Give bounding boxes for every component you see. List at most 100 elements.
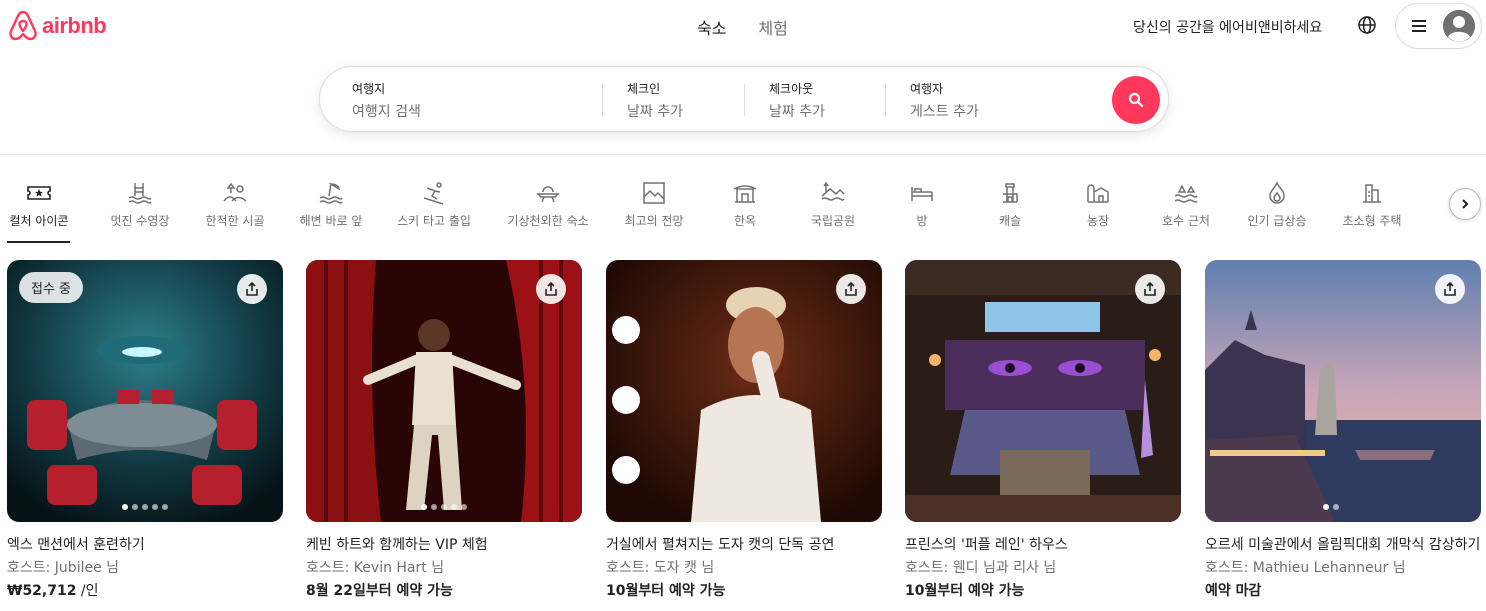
search-divider	[602, 84, 603, 116]
search-divider	[885, 84, 886, 116]
countryside-icon	[223, 182, 247, 202]
airbnb-logo[interactable]: airbnb	[7, 9, 107, 43]
category-rooms[interactable]: 방	[877, 178, 967, 229]
category-tiny-homes[interactable]: 초소형 주택	[1327, 178, 1417, 229]
user-avatar-icon	[1443, 10, 1475, 42]
guests-field[interactable]: 여행자 게스트 추가	[910, 80, 979, 121]
checkout-value[interactable]: 날짜 추가	[769, 101, 825, 121]
tab-stays[interactable]: 숙소	[697, 15, 726, 39]
where-input[interactable]: 여행지 검색	[352, 101, 421, 121]
pool-icon	[128, 183, 152, 204]
category-label: 해변 바로 앞	[299, 214, 363, 228]
active-category-indicator	[7, 241, 70, 243]
listing-photo[interactable]	[1205, 260, 1481, 522]
brand-name: airbnb	[42, 13, 107, 38]
listing-title: 케빈 하트와 함께하는 VIP 체험	[306, 537, 488, 553]
share-button[interactable]	[1135, 274, 1165, 304]
guests-label: 여행자	[910, 82, 944, 96]
listing-host: 호스트: Jubilee 님	[7, 560, 120, 576]
listing-title: 오르세 미술관에서 올림픽대회 개막식 감상하기	[1205, 537, 1481, 553]
share-button[interactable]	[836, 274, 866, 304]
price-amount: ₩52,712	[7, 583, 77, 599]
listing-photo[interactable]	[606, 260, 882, 522]
checkin-value[interactable]: 날짜 추가	[627, 101, 683, 121]
category-omg[interactable]: 기상천외한 숙소	[503, 178, 593, 229]
national-park-icon	[821, 181, 845, 201]
listing-card[interactable]: 접수 중 엑스 맨션에서 훈련하기 호스트: Jubilee 님 ₩52,712…	[7, 260, 283, 600]
checkin-field[interactable]: 체크인 날짜 추가	[627, 80, 683, 121]
listing-card[interactable]: 거실에서 펼쳐지는 도자 캣의 단독 공연 호스트: 도자 캣 님 10월부터 …	[606, 260, 882, 600]
share-icon	[246, 282, 258, 296]
category-castles[interactable]: 캐슬	[965, 178, 1055, 229]
share-button[interactable]	[237, 274, 267, 304]
tab-experiences[interactable]: 체험	[758, 15, 787, 39]
share-button[interactable]	[1435, 274, 1465, 304]
tiny-house-icon	[1363, 184, 1381, 203]
category-beachfront[interactable]: 해변 바로 앞	[286, 178, 376, 229]
beach-icon	[319, 183, 343, 204]
listing-photo[interactable]	[306, 260, 582, 522]
category-label: 방	[916, 214, 928, 228]
category-countryside[interactable]: 한적한 시골	[190, 178, 280, 229]
listing-card[interactable]: 프린스의 '퍼플 레인' 하우스 호스트: 웬디 님과 리사 님 10월부터 예…	[905, 260, 1181, 600]
where-label: 여행지	[352, 82, 386, 96]
price-unit: /인	[76, 583, 99, 599]
category-label: 호수 근처	[1162, 214, 1210, 228]
listing-host: 호스트: 웬디 님과 리사 님	[905, 560, 1057, 576]
listing-photo[interactable]: 접수 중	[7, 260, 283, 522]
chevron-right-icon	[1462, 199, 1469, 209]
category-next-button[interactable]	[1449, 188, 1481, 220]
status-badge: 접수 중	[19, 272, 84, 303]
share-button[interactable]	[536, 274, 566, 304]
category-lake[interactable]: 호수 근처	[1141, 178, 1231, 229]
listing-price: ₩52,712 /인	[7, 580, 283, 600]
hanok-icon	[733, 185, 757, 203]
ticket-star-icon	[27, 186, 51, 200]
globe-icon[interactable]	[1357, 15, 1377, 35]
listing-card[interactable]: 케빈 하트와 함께하는 VIP 체험 호스트: Kevin Hart 님 8월 …	[306, 260, 582, 600]
category-hanok[interactable]: 한옥	[700, 178, 790, 229]
category-label: 스키 타고 출입	[397, 214, 471, 228]
category-ski[interactable]: 스키 타고 출입	[389, 178, 479, 229]
category-label: 최고의 전망	[624, 214, 684, 228]
checkout-field[interactable]: 체크아웃 날짜 추가	[769, 80, 825, 121]
listing-host: 호스트: Kevin Hart 님	[306, 560, 445, 576]
listing-card[interactable]: 오르세 미술관에서 올림픽대회 개막식 감상하기 호스트: Mathieu Le…	[1205, 260, 1481, 600]
category-bar: 컬처 아이콘 멋진 수영장 한적한 시골 해변 바로 앞 스키 타고 출입 기상…	[0, 178, 1486, 246]
checkin-label: 체크인	[627, 82, 661, 96]
listing-photo[interactable]	[905, 260, 1181, 522]
nav-tabs: 숙소 체험	[697, 15, 788, 39]
share-icon	[1144, 282, 1156, 296]
listing-price: 10월부터 예약 가능	[905, 580, 1181, 600]
price-amount: 8월 22일부터 예약 가능	[306, 583, 453, 599]
category-fade	[1420, 178, 1450, 238]
search-button[interactable]	[1112, 76, 1160, 124]
category-label: 한적한 시골	[205, 214, 265, 228]
share-icon	[1444, 282, 1456, 296]
category-trending[interactable]: 인기 급상승	[1232, 178, 1322, 229]
category-pools[interactable]: 멋진 수영장	[95, 178, 185, 229]
become-host-link[interactable]: 당신의 공간을 에어비앤비하세요	[1133, 17, 1322, 37]
ski-icon	[423, 182, 444, 205]
search-divider	[744, 84, 745, 116]
category-label: 한옥	[733, 214, 757, 228]
category-label: 캐슬	[998, 214, 1022, 228]
listing-title: 프린스의 '퍼플 레인' 하우스	[905, 537, 1068, 553]
category-label: 인기 급상승	[1247, 214, 1307, 228]
price-amount: 10월부터 예약 가능	[606, 583, 726, 599]
price-amount: 10월부터 예약 가능	[905, 583, 1025, 599]
flame-icon	[1269, 181, 1285, 204]
listing-price: 예약 마감	[1205, 580, 1481, 600]
hamburger-icon	[1412, 20, 1426, 32]
guests-value[interactable]: 게스트 추가	[910, 101, 979, 121]
where-field[interactable]: 여행지 여행지 검색	[352, 80, 421, 121]
listing-host: 호스트: 도자 캣 님	[606, 560, 715, 576]
ufo-icon	[536, 186, 560, 203]
category-label: 농장	[1086, 214, 1110, 228]
category-culture-icons[interactable]: 컬처 아이콘	[0, 178, 84, 229]
user-menu-button[interactable]	[1395, 3, 1482, 49]
listing-host: 호스트: Mathieu Lehanneur 님	[1205, 560, 1406, 576]
category-views[interactable]: 최고의 전망	[609, 178, 699, 229]
category-farms[interactable]: 농장	[1053, 178, 1143, 229]
category-national-parks[interactable]: 국립공원	[788, 178, 878, 229]
